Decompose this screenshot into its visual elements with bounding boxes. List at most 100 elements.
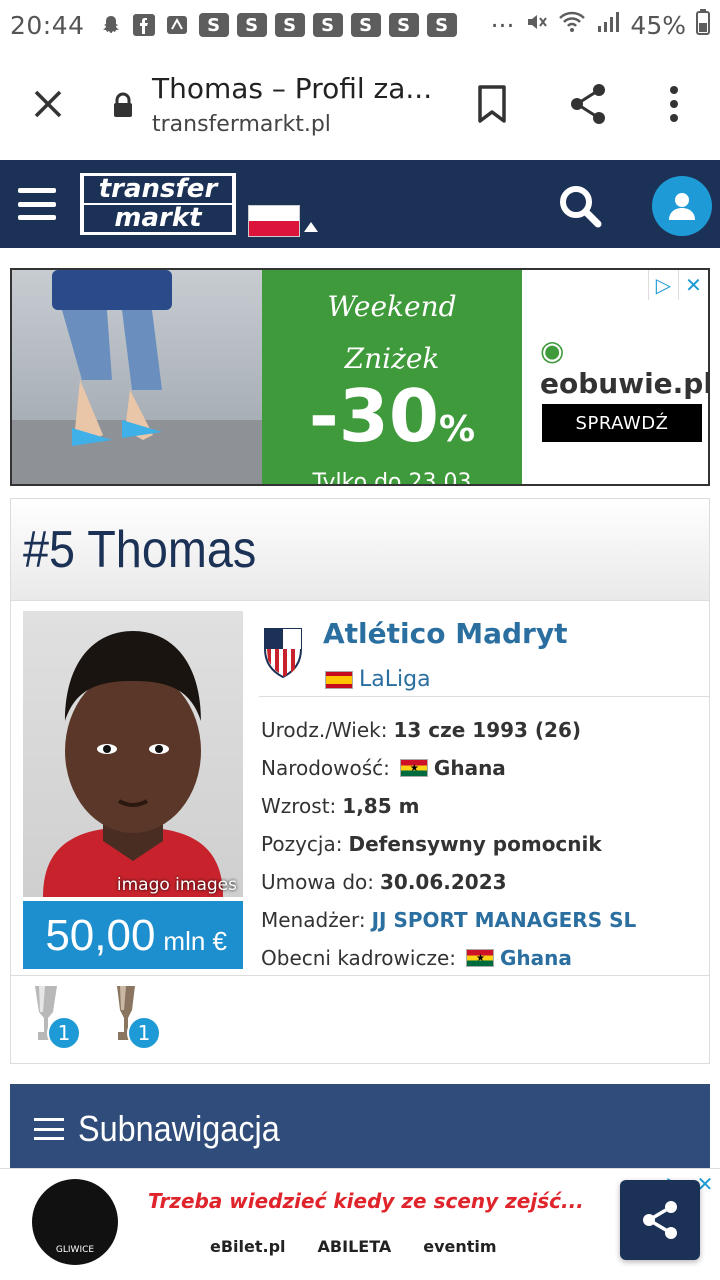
trophy-row: 1 1 xyxy=(11,975,709,1063)
mute-icon xyxy=(524,10,548,40)
ebilet-logo: eBilet.pl xyxy=(210,1237,286,1256)
subnavigation-toggle[interactable]: Subnawigacja xyxy=(10,1084,710,1174)
ad-discount-value: -30 xyxy=(308,374,439,458)
status-time: 20:44 xyxy=(10,10,85,40)
europa-league-trophy-icon[interactable]: 1 xyxy=(25,984,85,1054)
super-cup-trophy-icon[interactable]: 1 xyxy=(105,984,165,1054)
fact-value: 1,85 m xyxy=(342,794,420,818)
share-icon[interactable] xyxy=(568,82,608,130)
overflow-menu-icon[interactable] xyxy=(662,84,686,128)
market-value-unit: mln € xyxy=(163,926,227,956)
ad-brand-logo: ◉ eobuwie.pl xyxy=(540,334,710,400)
ad-close-icon[interactable]: ✕ xyxy=(678,270,708,300)
fact-label: Urodz./Wiek: xyxy=(261,718,388,742)
player-photo[interactable]: imago images xyxy=(23,611,243,897)
s-app-icon: S xyxy=(236,13,267,37)
fact-value: 30.06.2023 xyxy=(380,870,507,894)
fact-label: Narodowość: xyxy=(261,756,390,780)
photo-credit: imago images xyxy=(116,875,237,895)
facebook-icon xyxy=(132,14,155,36)
ad-brand-leaf-icon: ◉ xyxy=(540,334,565,367)
s-app-icon: S xyxy=(388,13,419,37)
fact-agent: Menadżer: JJ SPORT MANAGERS SL xyxy=(261,901,711,939)
eventim-logo: eventim xyxy=(423,1237,497,1256)
s-app-icon: S xyxy=(274,13,305,37)
league-link[interactable]: LaLiga xyxy=(325,667,431,692)
bookmark-icon[interactable] xyxy=(476,84,508,128)
agent-link[interactable]: JJ SPORT MANAGERS SL xyxy=(372,908,637,932)
nationality-value: Ghana xyxy=(433,756,506,780)
trophy-count: 1 xyxy=(47,1016,81,1050)
user-icon xyxy=(669,193,695,220)
ad-venue-text: GLIWICE xyxy=(55,1245,95,1255)
fact-contract: Umowa do: 30.06.2023 xyxy=(261,863,711,901)
page-url[interactable]: transfermarkt.pl xyxy=(152,112,331,137)
fact-nationality: Narodowość: Ghana xyxy=(261,749,711,787)
s-app-icon: S xyxy=(198,13,229,37)
browser-toolbar: Thomas – Profil za... transfermarkt.pl xyxy=(0,50,720,160)
player-facts: Urodz./Wiek: 13 cze 1993 (26) Narodowość… xyxy=(261,711,711,977)
battery-percent: 45% xyxy=(630,10,686,40)
bottom-advertisement[interactable]: GLIWICE Trzeba wiedzieć kiedy ze sceny z… xyxy=(0,1168,720,1280)
ad-controls: ▷ ✕ xyxy=(648,270,708,300)
ad-cta-button[interactable]: SPRAWDŹ xyxy=(542,404,702,442)
ghana-flag-icon xyxy=(399,759,428,777)
fact-birth: Urodz./Wiek: 13 cze 1993 (26) xyxy=(261,711,711,749)
player-title: #5 Thomas xyxy=(23,520,257,579)
ad-venue-logo: GLIWICE xyxy=(32,1179,118,1265)
profile-header: #5 Thomas xyxy=(11,499,709,601)
league-name: LaLiga xyxy=(359,667,431,692)
fact-value: Ghana xyxy=(399,756,506,780)
floating-share-button[interactable] xyxy=(620,1180,700,1260)
status-bar: 20:44 S S S S S S S ··· 45% xyxy=(0,0,720,50)
abileta-logo: ABILETA xyxy=(317,1237,392,1256)
ad-photo xyxy=(12,270,262,484)
subnav-label: Subnawigacja xyxy=(78,1108,280,1149)
player-profile-card: #5 Thomas imago images 50,00 mln € Atlét… xyxy=(10,498,710,1064)
search-icon[interactable] xyxy=(556,182,604,234)
s-app-icon: S xyxy=(350,13,381,37)
user-account-button[interactable] xyxy=(652,176,712,236)
hamburger-menu-icon[interactable] xyxy=(18,188,56,220)
club-info: Atlético Madryt LaLiga xyxy=(259,611,709,697)
advertisement-banner[interactable]: Weekend Zniżek -30% Tylko do 23.03 ◉ eob… xyxy=(10,268,710,486)
market-value-box[interactable]: 50,00 mln € xyxy=(23,901,243,969)
close-tab-icon[interactable] xyxy=(28,84,68,124)
ad-discount-sign: % xyxy=(439,409,476,450)
fact-national-team: Obecni kadrowicze: Ghana xyxy=(261,939,711,977)
fact-label: Pozycja: xyxy=(261,832,343,856)
s-app-icon: S xyxy=(312,13,343,37)
spain-flag-icon xyxy=(325,670,353,689)
s-app-icon: S xyxy=(426,13,457,37)
national-team-value: Ghana xyxy=(499,946,572,970)
ad-until-date: Tylko do 23.03 xyxy=(312,470,472,486)
logo-text-1: transfer xyxy=(84,176,232,203)
ad-promo-panel: Weekend Zniżek -30% Tylko do 23.03 xyxy=(262,270,522,484)
ad-discount: -30% xyxy=(262,378,522,468)
transfermarkt-logo[interactable]: transfer markt xyxy=(80,173,236,235)
national-team-link[interactable]: Ghana xyxy=(465,946,572,970)
lock-icon xyxy=(112,92,134,122)
fact-label: Umowa do: xyxy=(261,870,374,894)
ad-headline-1: Weekend xyxy=(327,290,457,323)
battery-icon xyxy=(696,9,710,41)
site-header: transfer markt xyxy=(0,160,720,248)
ad-brand-name: eobuwie.pl xyxy=(540,367,710,400)
adchoices-icon[interactable]: ▷ xyxy=(648,270,678,300)
signal-icon xyxy=(596,10,620,40)
language-dropdown-caret-icon[interactable] xyxy=(304,222,318,232)
fact-position: Pozycja: Defensywny pomocnik xyxy=(261,825,711,863)
club-name-link[interactable]: Atlético Madryt xyxy=(323,617,567,650)
page-title[interactable]: Thomas – Profil za... xyxy=(152,72,432,105)
ad-headline-2: Zniżek xyxy=(344,342,440,375)
ad-brand-panel: ◉ eobuwie.pl SPRAWDŹ xyxy=(522,270,708,484)
snapchat-icon xyxy=(99,13,123,37)
logo-text-2: markt xyxy=(84,205,232,232)
share-icon xyxy=(643,1201,677,1239)
atletico-crest-icon[interactable] xyxy=(261,625,305,683)
trophy-count: 1 xyxy=(127,1016,161,1050)
fact-height: Wzrost: 1,85 m xyxy=(261,787,711,825)
ad-slogan: Trzeba wiedzieć kiedy ze sceny zejść... xyxy=(148,1189,584,1213)
poland-flag-icon[interactable] xyxy=(248,205,300,237)
fact-value: Defensywny pomocnik xyxy=(348,832,602,856)
